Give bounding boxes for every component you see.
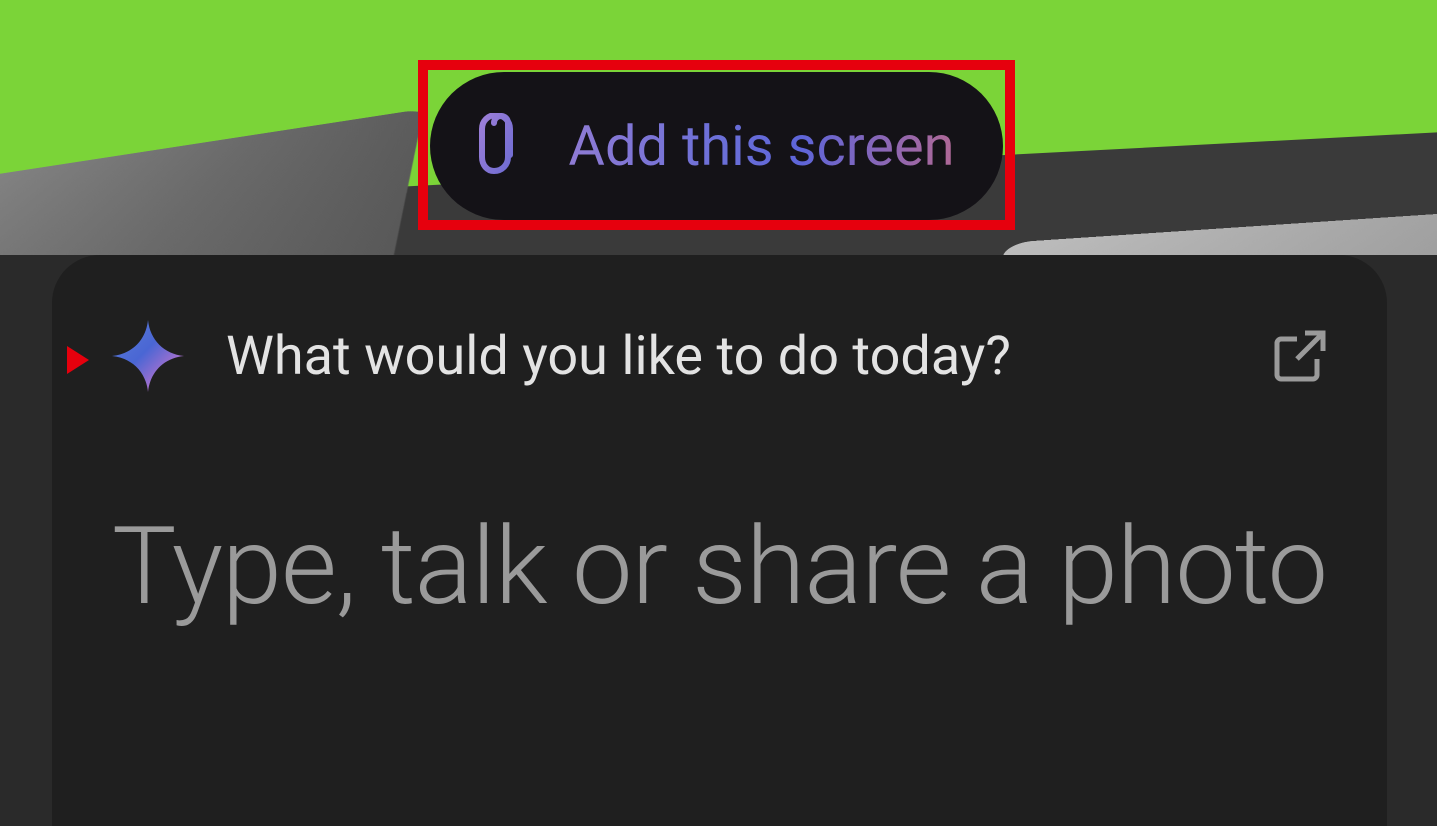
annotation-highlight-box: [418, 60, 1015, 230]
open-external-icon[interactable]: [1273, 329, 1327, 383]
assistant-input-placeholder[interactable]: Type, talk or share a photo: [112, 492, 1327, 643]
gemini-spark-icon: [112, 320, 184, 392]
assistant-panel: What would you like to do today? Type, t…: [52, 255, 1387, 826]
assistant-prompt-text: What would you like to do today?: [226, 325, 1231, 388]
annotation-play-marker: [67, 346, 89, 374]
assistant-header: What would you like to do today?: [112, 320, 1327, 392]
